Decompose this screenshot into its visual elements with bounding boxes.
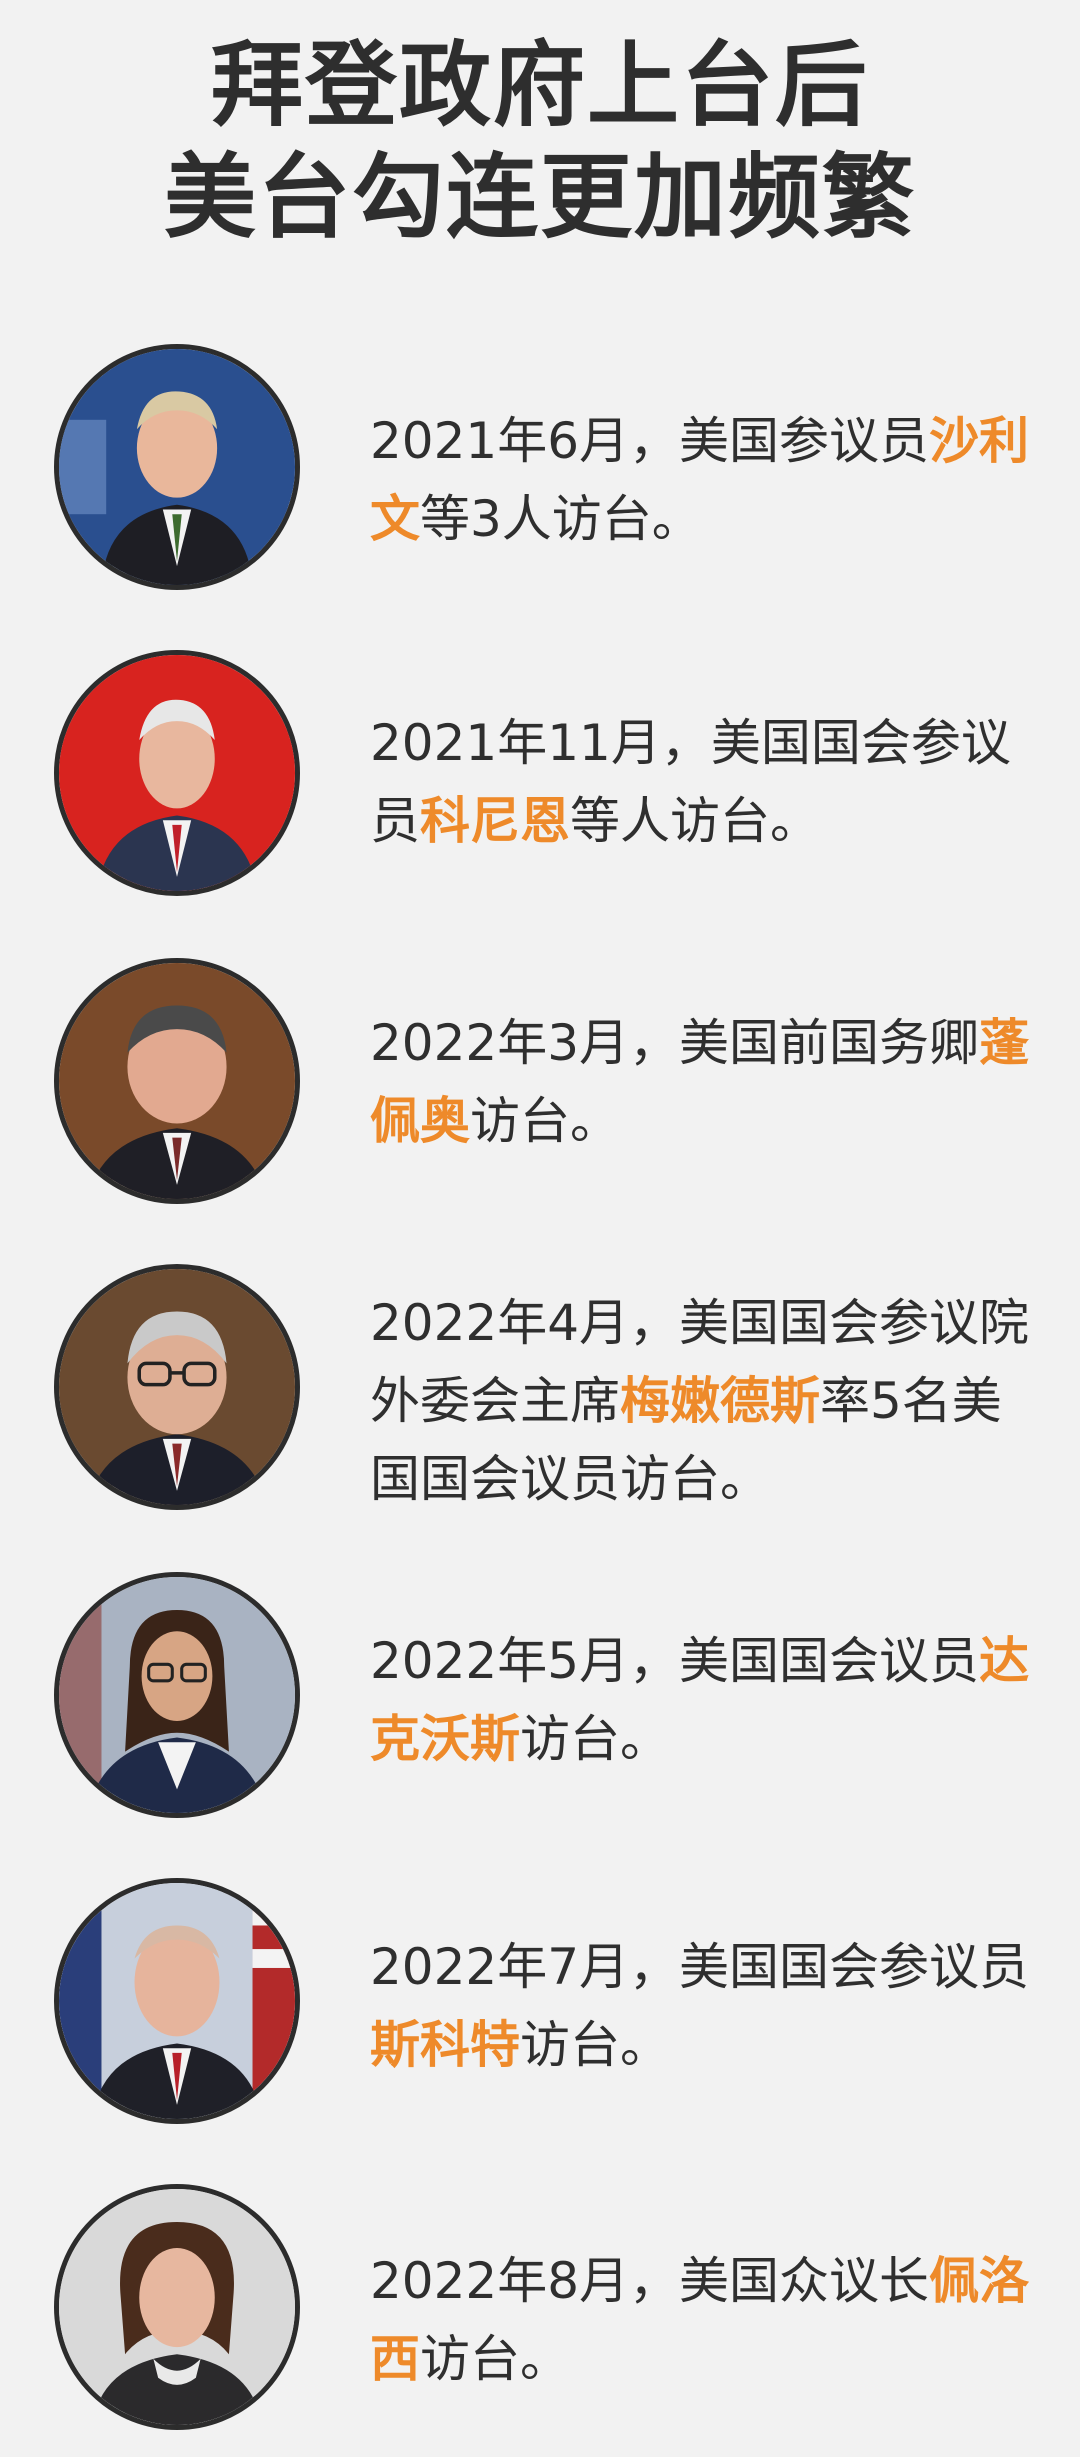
list-item: 2022年8月，美国众议长佩洛西访台。 bbox=[0, 2182, 1080, 2442]
list-item: 2021年6月，美国参议员沙利文等3人访台。 bbox=[0, 340, 1080, 600]
event-text: 2022年4月，美国国会参议院外委会主席梅嫩德斯率5名美国国会议员访台。 bbox=[370, 1284, 1030, 1518]
title-line-1: 拜登政府上台后 bbox=[210, 32, 869, 139]
event-text: 2022年8月，美国众议长佩洛西访台。 bbox=[370, 2242, 1030, 2398]
portrait-avatar bbox=[54, 1878, 300, 2124]
portrait-avatar bbox=[54, 344, 300, 590]
portrait-avatar bbox=[54, 1572, 300, 1818]
event-text: 2022年7月，美国国会参议员斯科特访台。 bbox=[370, 1928, 1030, 2084]
portrait-woman-glasses-icon bbox=[59, 1577, 295, 1813]
event-desc-text: 访台。 bbox=[420, 2330, 570, 2388]
title-line-2: 美台勾连更加频繁 bbox=[163, 144, 916, 251]
event-date-text: 2022年8月，美国众议长 bbox=[370, 2252, 930, 2310]
list-item: 2021年11月，美国国会参议员科尼恩等人访台。 bbox=[0, 648, 1080, 908]
portrait-man-glasses-icon bbox=[59, 1269, 295, 1505]
event-text: 2021年6月，美国参议员沙利文等3人访台。 bbox=[370, 402, 1030, 558]
portrait-man-blue-backdrop-icon bbox=[59, 349, 295, 585]
event-desc-text: 访台。 bbox=[520, 1710, 670, 1768]
portrait-man-flag-backdrop-icon bbox=[59, 1883, 295, 2119]
event-date-text: 2022年5月，美国国会议员 bbox=[370, 1632, 980, 1690]
person-name: 斯科特 bbox=[370, 2016, 520, 2074]
list-item: 2022年7月，美国国会参议员斯科特访台。 bbox=[0, 1876, 1080, 2136]
person-name: 科尼恩 bbox=[420, 792, 570, 850]
portrait-avatar bbox=[54, 1264, 300, 1510]
portrait-woman-grey-backdrop-icon bbox=[59, 2189, 295, 2425]
list-item: 2022年3月，美国前国务卿蓬佩奥访台。 bbox=[0, 956, 1080, 1216]
event-desc-text: 等人访台。 bbox=[570, 792, 820, 850]
list-item: 2022年5月，美国国会议员达克沃斯访台。 bbox=[0, 1570, 1080, 1830]
event-date-text: 2022年7月，美国国会参议员 bbox=[370, 1938, 1030, 1996]
portrait-avatar bbox=[54, 958, 300, 1204]
person-name: 梅嫩德斯 bbox=[620, 1372, 820, 1430]
event-desc-text: 访台。 bbox=[470, 1092, 620, 1150]
portrait-man-brown-backdrop-icon bbox=[59, 963, 295, 1199]
page-title: 拜登政府上台后 美台勾连更加频繁 bbox=[0, 30, 1080, 254]
event-date-text: 2021年6月，美国参议员 bbox=[370, 412, 930, 470]
event-text: 2022年5月，美国国会议员达克沃斯访台。 bbox=[370, 1622, 1030, 1778]
event-desc-text: 等3人访台。 bbox=[420, 490, 702, 548]
event-text: 2021年11月，美国国会参议员科尼恩等人访台。 bbox=[370, 704, 1030, 860]
portrait-man-red-backdrop-icon bbox=[59, 655, 295, 891]
event-text: 2022年3月，美国前国务卿蓬佩奥访台。 bbox=[370, 1004, 1030, 1160]
portrait-avatar bbox=[54, 650, 300, 896]
event-date-text: 2022年3月，美国前国务卿 bbox=[370, 1014, 980, 1072]
portrait-avatar bbox=[54, 2184, 300, 2430]
event-desc-text: 访台。 bbox=[520, 2016, 670, 2074]
list-item: 2022年4月，美国国会参议院外委会主席梅嫩德斯率5名美国国会议员访台。 bbox=[0, 1262, 1080, 1522]
